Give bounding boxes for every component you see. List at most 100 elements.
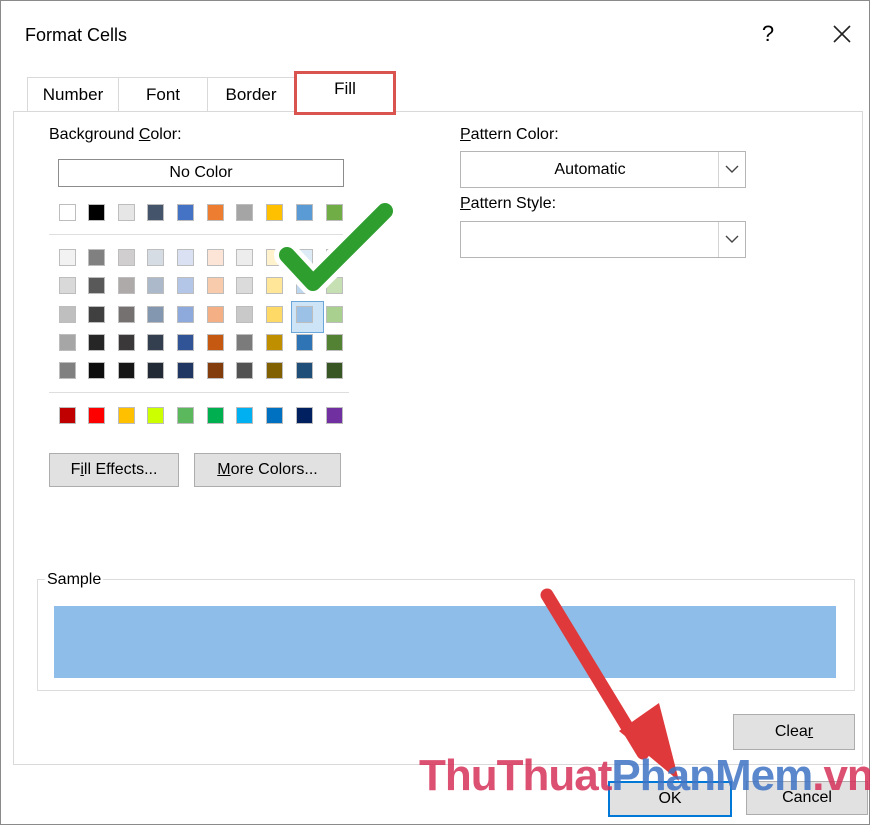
color-swatch[interactable] (266, 334, 283, 351)
color-swatch[interactable] (207, 334, 224, 351)
color-swatch[interactable] (59, 334, 76, 351)
color-swatch[interactable] (88, 249, 105, 266)
color-swatch[interactable] (177, 334, 194, 351)
color-swatch[interactable] (177, 249, 194, 266)
color-swatch[interactable] (326, 277, 343, 294)
color-swatch[interactable] (88, 407, 105, 424)
pattern-color-dropdown[interactable]: Automatic (460, 151, 746, 188)
tab-number[interactable]: Number (27, 77, 119, 111)
button-text: ore Colors... (230, 461, 318, 478)
color-swatch[interactable] (236, 277, 253, 294)
color-swatch[interactable] (177, 407, 194, 424)
color-swatch[interactable] (266, 204, 283, 221)
color-swatch[interactable] (118, 334, 135, 351)
color-swatch[interactable] (59, 407, 76, 424)
color-swatch[interactable] (177, 277, 194, 294)
color-swatch[interactable] (59, 277, 76, 294)
color-swatch[interactable] (296, 277, 313, 294)
color-swatch[interactable] (236, 334, 253, 351)
color-swatch[interactable] (266, 407, 283, 424)
color-swatch[interactable] (147, 204, 164, 221)
color-swatch[interactable] (59, 306, 76, 323)
color-swatch[interactable] (118, 277, 135, 294)
color-swatch[interactable] (207, 204, 224, 221)
palette-divider (49, 234, 349, 235)
color-swatch[interactable] (177, 306, 194, 323)
color-swatch[interactable] (147, 249, 164, 266)
color-swatch[interactable] (88, 362, 105, 379)
color-swatch[interactable] (326, 249, 343, 266)
label-accelerator: P (460, 126, 471, 143)
color-swatch[interactable] (207, 407, 224, 424)
button-accelerator: M (217, 461, 231, 478)
help-button[interactable]: ? (757, 21, 779, 47)
more-colors-button[interactable]: More Colors... (194, 453, 341, 487)
color-swatch[interactable] (236, 204, 253, 221)
color-swatch[interactable] (147, 334, 164, 351)
fill-effects-button[interactable]: Fill Effects... (49, 453, 179, 487)
pattern-style-dropdown[interactable] (460, 221, 746, 258)
color-swatch[interactable] (207, 277, 224, 294)
color-swatch[interactable] (296, 306, 313, 323)
color-swatch[interactable] (118, 249, 135, 266)
clear-button[interactable]: Clear (733, 714, 855, 750)
color-swatch[interactable] (326, 407, 343, 424)
color-swatch[interactable] (326, 362, 343, 379)
color-swatch[interactable] (59, 204, 76, 221)
color-swatch[interactable] (296, 204, 313, 221)
color-swatch[interactable] (88, 277, 105, 294)
color-swatch[interactable] (326, 334, 343, 351)
button-text: Clea (774, 723, 808, 740)
title-bar: Format Cells ? (1, 1, 869, 63)
color-swatch[interactable] (296, 334, 313, 351)
tab-border[interactable]: Border (207, 77, 295, 111)
tab-font[interactable]: Font (118, 77, 208, 111)
color-swatch[interactable] (236, 407, 253, 424)
label-accelerator: C (138, 126, 151, 143)
color-swatch[interactable] (177, 204, 194, 221)
pattern-color-value: Automatic (554, 161, 626, 178)
close-button[interactable] (827, 19, 857, 49)
dropdown-button[interactable] (718, 222, 745, 257)
color-swatch[interactable] (296, 362, 313, 379)
chevron-down-icon (725, 235, 739, 243)
color-swatch[interactable] (207, 249, 224, 266)
color-swatch[interactable] (266, 362, 283, 379)
color-swatch[interactable] (147, 407, 164, 424)
color-swatch[interactable] (88, 204, 105, 221)
color-swatch[interactable] (236, 249, 253, 266)
button-text: F (70, 461, 81, 478)
color-swatch[interactable] (236, 306, 253, 323)
color-swatch[interactable] (59, 249, 76, 266)
color-swatch[interactable] (118, 204, 135, 221)
cancel-button[interactable]: Cancel (746, 781, 868, 815)
color-swatch[interactable] (147, 277, 164, 294)
dropdown-button[interactable] (718, 152, 745, 187)
color-swatch[interactable] (88, 306, 105, 323)
color-swatch[interactable] (266, 306, 283, 323)
color-swatch[interactable] (88, 334, 105, 351)
color-swatch[interactable] (266, 249, 283, 266)
ok-button[interactable]: OK (608, 781, 732, 817)
color-swatch[interactable] (118, 306, 135, 323)
color-swatch[interactable] (296, 249, 313, 266)
color-swatch[interactable] (59, 362, 76, 379)
color-swatch[interactable] (266, 277, 283, 294)
chevron-down-icon (725, 165, 739, 173)
color-swatch[interactable] (147, 306, 164, 323)
color-swatch[interactable] (177, 362, 194, 379)
label-accelerator: P (460, 195, 471, 212)
color-swatch[interactable] (207, 362, 224, 379)
color-swatch[interactable] (236, 362, 253, 379)
color-swatch[interactable] (207, 306, 224, 323)
no-color-button[interactable]: No Color (58, 159, 344, 187)
color-swatch[interactable] (326, 204, 343, 221)
tab-fill[interactable]: Fill (294, 71, 396, 115)
color-swatch[interactable] (296, 407, 313, 424)
color-swatch[interactable] (147, 362, 164, 379)
color-swatch[interactable] (118, 407, 135, 424)
palette-divider (49, 392, 349, 393)
color-swatch[interactable] (326, 306, 343, 323)
color-swatch[interactable] (118, 362, 135, 379)
sample-preview (54, 606, 836, 678)
